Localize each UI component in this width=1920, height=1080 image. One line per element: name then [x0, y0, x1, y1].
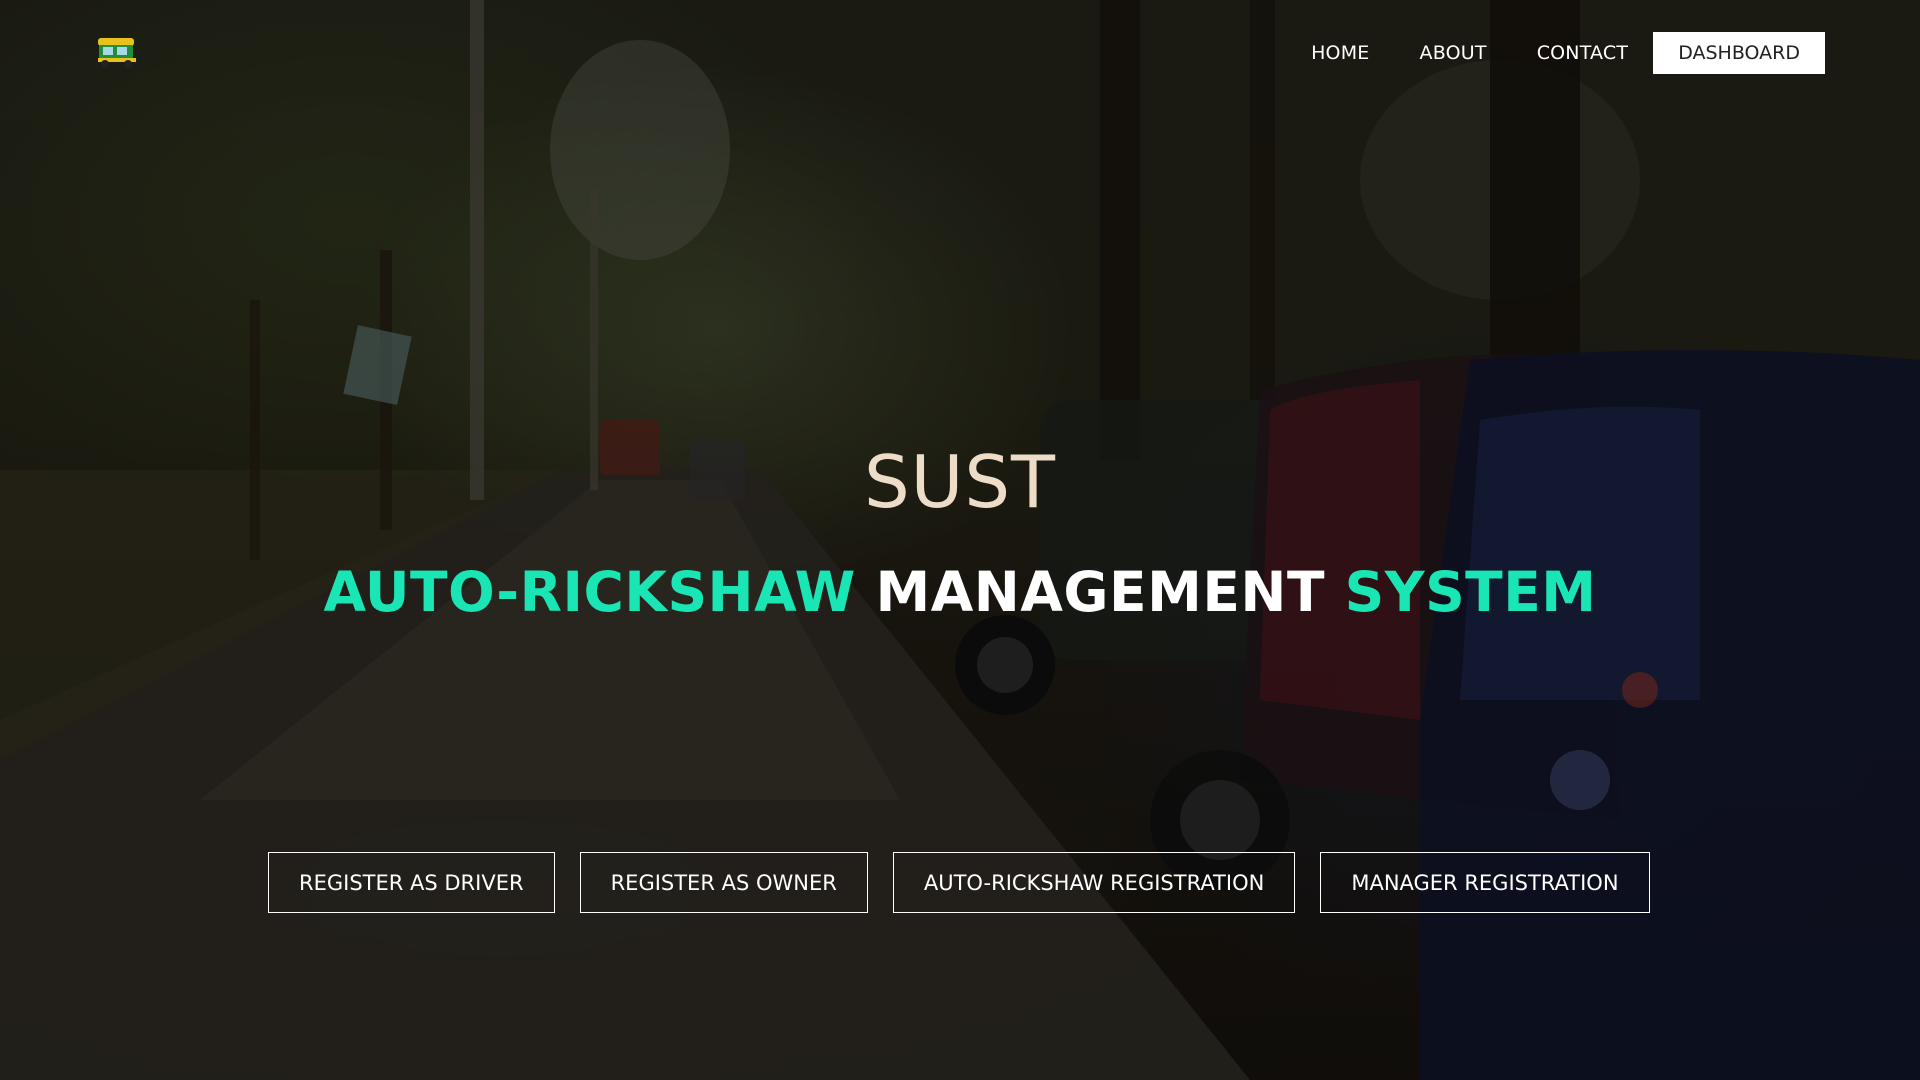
nav-contact[interactable]: CONTACT — [1512, 34, 1654, 72]
hero-section: HOME ABOUT CONTACT DASHBOARD SUST AUTO-R… — [0, 0, 1920, 1080]
auto-rickshaw-icon — [98, 38, 136, 68]
manager-registration-button[interactable]: MANAGER REGISTRATION — [1320, 852, 1650, 913]
dark-overlay — [0, 0, 1920, 1080]
logo[interactable] — [95, 35, 139, 69]
registration-actions: REGISTER AS DRIVER REGISTER AS OWNER AUT… — [268, 852, 1650, 913]
subtitle-part-management: MANAGEMENT — [875, 560, 1325, 624]
dashboard-button[interactable]: DASHBOARD — [1653, 32, 1825, 74]
register-owner-button[interactable]: REGISTER AS OWNER — [579, 852, 868, 913]
main-nav: HOME ABOUT CONTACT DASHBOARD — [1286, 32, 1825, 74]
subtitle-part-system: SYSTEM — [1344, 560, 1597, 624]
auto-rickshaw-registration-button[interactable]: AUTO-RICKSHAW REGISTRATION — [892, 852, 1296, 913]
page-subtitle: AUTO-RICKSHAW MANAGEMENT SYSTEM — [0, 560, 1920, 624]
page-title: SUST — [863, 440, 1057, 524]
register-driver-button[interactable]: REGISTER AS DRIVER — [268, 852, 555, 913]
nav-home[interactable]: HOME — [1286, 34, 1394, 72]
subtitle-part-auto-rickshaw: AUTO-RICKSHAW — [323, 560, 856, 624]
nav-about[interactable]: ABOUT — [1395, 34, 1512, 72]
